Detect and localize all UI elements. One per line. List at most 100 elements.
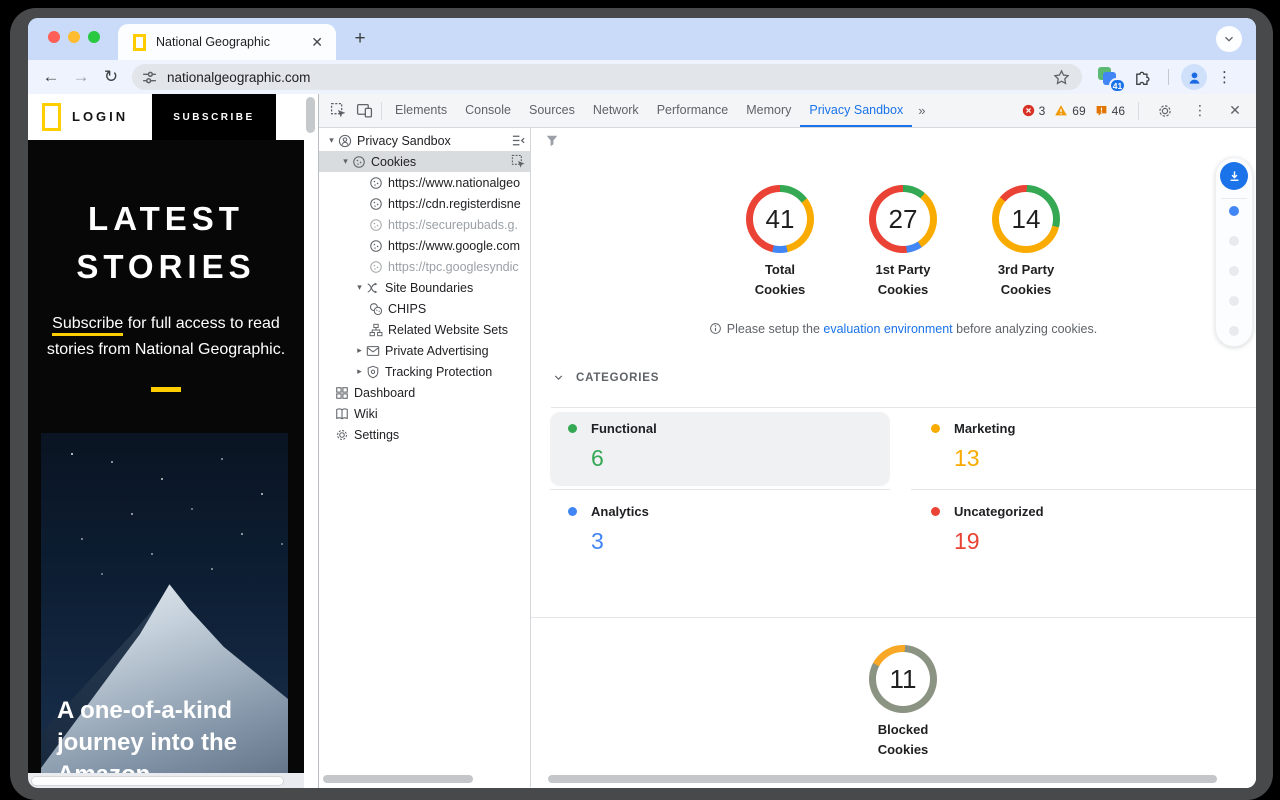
blocked-cookies-donut: 11 BlockedCookies xyxy=(843,645,963,760)
yellow-divider xyxy=(151,387,181,392)
expand-arrow-icon[interactable]: ▾ xyxy=(325,135,338,146)
category-functional[interactable]: Functional 6 xyxy=(568,421,657,472)
expand-arrow-icon[interactable]: ▾ xyxy=(339,156,352,167)
device-toolbar-icon[interactable] xyxy=(351,98,377,124)
download-report-button[interactable] xyxy=(1220,162,1248,190)
site-horizontal-scrollbar-thumb[interactable] xyxy=(31,776,284,786)
error-badge[interactable]: 3 xyxy=(1022,104,1046,118)
collapse-sidebar-icon[interactable] xyxy=(511,133,526,148)
tree-item-url-googlesyndication[interactable]: https://tpc.googlesyndic xyxy=(319,256,530,277)
devtools-tabbar: Elements Console Sources Network Perform… xyxy=(319,94,1256,128)
tree-item-private-advertising[interactable]: ▸ Private Advertising xyxy=(319,340,530,361)
evaluation-environment-link[interactable]: evaluation environment xyxy=(823,322,952,336)
tree-item-url-google[interactable]: https://www.google.com xyxy=(319,235,530,256)
tree-item-privacy-sandbox[interactable]: ▾ Privacy Sandbox xyxy=(319,130,530,151)
tree-item-cookies[interactable]: ▾ Cookies xyxy=(319,151,530,172)
tab-title: National Geographic xyxy=(156,35,308,49)
marketing-dot-icon xyxy=(931,424,940,433)
warning-icon xyxy=(1054,104,1068,117)
tree-item-site-boundaries[interactable]: ▾ Site Boundaries xyxy=(319,277,530,298)
warning-badge[interactable]: 69 xyxy=(1054,104,1085,118)
section-divider xyxy=(531,617,1256,618)
devtools-settings-icon[interactable] xyxy=(1152,98,1178,124)
collapsed-arrow-icon[interactable]: ▸ xyxy=(353,366,366,377)
first-party-cookies-donut: 27 1st PartyCookies xyxy=(843,185,963,300)
forward-button[interactable]: → xyxy=(66,67,96,87)
category-uncategorized[interactable]: Uncategorized 19 xyxy=(931,504,1044,555)
uncategorized-dot-icon xyxy=(931,507,940,516)
inspect-frames-icon[interactable] xyxy=(511,154,526,169)
login-link[interactable]: LOGIN xyxy=(72,94,128,140)
tab-sources[interactable]: Sources xyxy=(520,94,584,127)
traffic-light-minimize[interactable] xyxy=(68,31,80,43)
extension-badge: 41 xyxy=(1109,78,1126,93)
desktop-background: National Geographic ✕ + ← → ↻ nationalge… xyxy=(0,0,1280,800)
cookie-icon xyxy=(369,260,383,274)
tree-item-url-securepubads[interactable]: https://securepubads.g. xyxy=(319,214,530,235)
tab-search-button[interactable] xyxy=(1216,26,1242,52)
bookmark-star-icon[interactable] xyxy=(1053,69,1070,86)
tab-console[interactable]: Console xyxy=(456,94,520,127)
nav-dot[interactable] xyxy=(1229,326,1239,336)
url-bar[interactable]: nationalgeographic.com xyxy=(132,64,1082,90)
tree-item-chips[interactable]: CHIPS xyxy=(319,298,530,319)
reload-button[interactable]: ↻ xyxy=(96,67,126,87)
tree-item-dashboard[interactable]: Dashboard xyxy=(319,382,530,403)
site-info-icon[interactable] xyxy=(141,69,158,86)
inspect-element-icon[interactable] xyxy=(325,98,351,124)
traffic-light-maximize[interactable] xyxy=(88,31,100,43)
tree-item-url-registerdisney[interactable]: https://cdn.registerdisne xyxy=(319,193,530,214)
nav-dot[interactable] xyxy=(1229,296,1239,306)
issues-badge[interactable]: 46 xyxy=(1095,104,1125,118)
cookie-icon xyxy=(369,197,383,211)
categories-header[interactable]: CATEGORIES xyxy=(552,371,659,384)
browser-menu-icon[interactable]: ⋮ xyxy=(1217,68,1232,86)
site-vertical-scrollbar[interactable] xyxy=(304,94,318,788)
third-party-cookies-donut: 14 3rd PartyCookies xyxy=(966,185,1086,300)
tree-horizontal-scrollbar-thumb[interactable] xyxy=(323,775,473,783)
chips-icon xyxy=(369,302,383,316)
tree-item-related-website-sets[interactable]: Related Website Sets xyxy=(319,319,530,340)
nav-dot[interactable] xyxy=(1229,266,1239,276)
error-icon xyxy=(1022,104,1035,117)
page-area: LOGIN SUBSCRIBE LATESTSTORIES Subscribe … xyxy=(28,94,1256,788)
extensions-puzzle-icon[interactable] xyxy=(1130,68,1156,86)
devtools-menu-icon[interactable]: ⋮ xyxy=(1187,98,1213,124)
tree-item-wiki[interactable]: Wiki xyxy=(319,403,530,424)
tab-memory[interactable]: Memory xyxy=(737,94,800,127)
site-vertical-scrollbar-thumb[interactable] xyxy=(306,97,315,133)
tab-privacy-sandbox[interactable]: Privacy Sandbox xyxy=(800,94,912,127)
new-tab-button[interactable]: + xyxy=(348,27,372,51)
subscribe-link[interactable]: Subscribe xyxy=(52,315,123,336)
tree-item-url-nationalgeographic[interactable]: https://www.nationalgeo xyxy=(319,172,530,193)
wiki-icon xyxy=(335,407,349,421)
tab-network[interactable]: Network xyxy=(584,94,648,127)
tab-close-icon[interactable]: ✕ xyxy=(308,34,326,51)
story-card[interactable]: A one-of-a-kind journey into the Amazon xyxy=(41,433,288,788)
panel-horizontal-scrollbar-thumb[interactable] xyxy=(548,775,1217,783)
tab-performance[interactable]: Performance xyxy=(648,94,738,127)
traffic-light-close[interactable] xyxy=(48,31,60,43)
url-text: nationalgeographic.com xyxy=(167,70,1053,85)
category-marketing[interactable]: Marketing 13 xyxy=(931,421,1015,472)
subscribe-button[interactable]: SUBSCRIBE xyxy=(152,94,276,140)
expand-arrow-icon[interactable]: ▾ xyxy=(353,282,366,293)
tree-item-settings[interactable]: Settings xyxy=(319,424,530,445)
analytics-dot-icon xyxy=(568,507,577,516)
tabbar-divider xyxy=(381,102,382,120)
extension-icon[interactable]: 41 xyxy=(1096,65,1120,89)
filter-funnel-icon[interactable] xyxy=(545,134,559,148)
tab-elements[interactable]: Elements xyxy=(386,94,456,127)
natgeo-logo[interactable] xyxy=(42,103,61,131)
more-tabs-icon[interactable]: » xyxy=(912,103,931,118)
category-analytics[interactable]: Analytics 3 xyxy=(568,504,649,555)
tree-item-tracking-protection[interactable]: ▸ Tracking Protection xyxy=(319,361,530,382)
browser-tab[interactable]: National Geographic ✕ xyxy=(118,24,336,60)
collapsed-arrow-icon[interactable]: ▸ xyxy=(353,345,366,356)
devtools-close-icon[interactable]: ✕ xyxy=(1222,98,1248,124)
profile-avatar[interactable] xyxy=(1181,64,1207,90)
site-horizontal-scrollbar[interactable] xyxy=(28,773,304,788)
nav-dot[interactable] xyxy=(1229,236,1239,246)
back-button[interactable]: ← xyxy=(36,67,66,87)
nav-dot-active[interactable] xyxy=(1229,206,1239,216)
